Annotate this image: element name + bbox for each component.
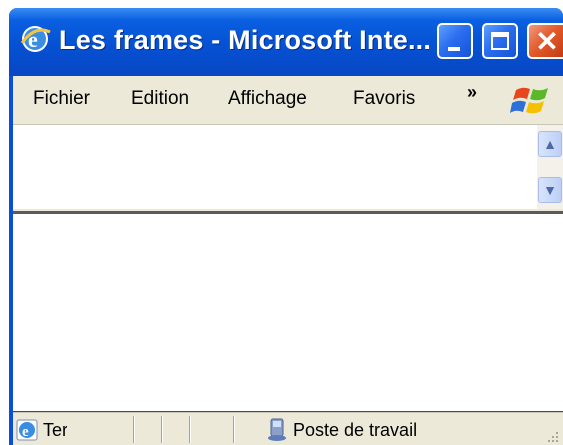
browser-window: e Les frames - Microsoft Inte... ✕ Fichi… [9, 8, 563, 445]
security-zone-label: Poste de travail [293, 420, 418, 440]
bottom-frame[interactable] [13, 214, 563, 411]
top-frame[interactable]: ▲ ▼ [13, 125, 563, 212]
menu-bar: Fichier Edition Affichage Favoris » [13, 76, 563, 125]
vertical-scrollbar[interactable]: ▲ ▼ [537, 125, 563, 209]
chevron-up-icon: ▲ [543, 136, 557, 152]
menu-affichage[interactable]: Affichage [228, 88, 307, 110]
status-divider [133, 416, 134, 443]
computer-icon [268, 418, 286, 441]
scroll-up-button[interactable]: ▲ [538, 131, 562, 157]
maximize-button[interactable] [482, 23, 518, 59]
menu-favoris[interactable]: Favoris [353, 88, 415, 110]
resize-grip-icon[interactable] [547, 431, 559, 443]
minimize-button[interactable] [437, 23, 473, 59]
menu-edition[interactable]: Edition [131, 88, 189, 110]
status-divider [161, 416, 162, 443]
status-divider [233, 416, 234, 443]
scroll-down-button[interactable]: ▼ [538, 177, 562, 203]
minimize-icon [448, 47, 460, 51]
svg-text:e: e [22, 424, 29, 440]
ie-icon: e [20, 26, 51, 52]
ie-page-icon: e [16, 419, 38, 441]
status-bar: e Ter Poste de travail [13, 412, 563, 445]
maximize-icon [491, 32, 509, 50]
menu-fichier[interactable]: Fichier [33, 88, 90, 110]
chevron-down-icon: ▼ [543, 182, 557, 198]
status-divider [189, 416, 190, 443]
windows-logo-icon [510, 87, 548, 114]
window-title: Les frames - Microsoft Inte... [59, 25, 429, 55]
status-text: Ter [43, 420, 67, 440]
close-button[interactable]: ✕ [527, 23, 563, 59]
title-bar[interactable]: e Les frames - Microsoft Inte... ✕ [9, 8, 563, 76]
close-icon: ✕ [535, 26, 559, 57]
menu-overflow-chevron[interactable]: » [467, 82, 477, 103]
